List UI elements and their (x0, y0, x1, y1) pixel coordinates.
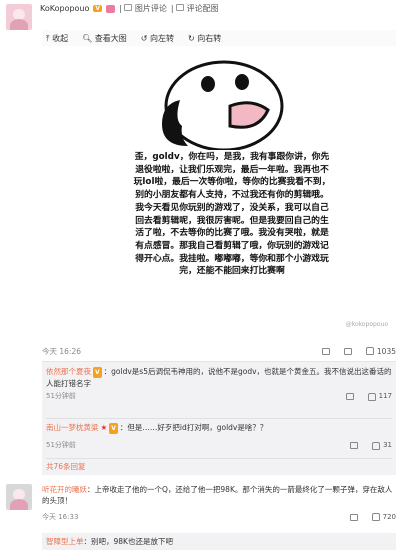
rotate-right-button[interactable]: ↻ 向右转 (188, 33, 221, 44)
comment-item: 听花开的曦妖：上帝收走了他的一个Q，还给了他一把98K。那个消失的一箭最终化了一… (42, 484, 398, 506)
reply-author[interactable]: 依然那个夏夜 (46, 367, 91, 376)
image-icon (124, 4, 133, 11)
commenter-avatar[interactable] (6, 484, 32, 510)
reply-time: 51分钟前 (46, 392, 76, 400)
collapse-button[interactable]: ⤒ 收起 (46, 33, 68, 44)
watermark: @kokopopouo (345, 321, 388, 328)
rotate-left-button[interactable]: ↺ 向左转 (141, 33, 174, 44)
star-badge-icon: ★ (100, 423, 108, 432)
image-toolbar: ⤒ 收起 🔍︎ 查看大图 ↺ 向左转 ↻ 向右转 (42, 30, 396, 46)
comment-icon (350, 442, 359, 449)
reply-time: 51分钟前 (46, 441, 76, 449)
comment-icon (349, 513, 358, 521)
thumbs-up-icon (365, 347, 374, 355)
reply-item: 南山一梦枕黄粱 ★ V ：但是……好歹把id打对啊，goldv是啥？？ 51分钟前 3… (46, 422, 392, 451)
member-badge-icon (106, 4, 116, 13)
forward-button[interactable] (321, 347, 330, 355)
thumbs-up-icon (367, 392, 376, 401)
reply-author[interactable]: 智障型上单 (46, 537, 84, 546)
image-icon-2 (176, 4, 185, 11)
like-button[interactable]: 1035 (365, 347, 396, 356)
comment-author[interactable]: 听花开的曦妖 (42, 485, 87, 494)
vip-badge: V (93, 367, 102, 378)
reply-item: 依然那个夏夜 V ：goldv是s5后调侃韦神用的，说他不是godv，也就是个黄金五… (46, 366, 392, 402)
comment-image-link[interactable]: | 评论配图 (171, 3, 219, 14)
post-footer: 今天 16:26 1035 (42, 343, 396, 359)
sub-reply: 智障型上单：别吧，98K也还是放下吧 (42, 533, 396, 550)
forward-icon (321, 347, 330, 355)
reply-like-button[interactable]: 31 (372, 440, 392, 451)
post-time: 今天 16:26 (42, 346, 81, 356)
divider (46, 458, 392, 459)
post-image[interactable]: 歪，goldv，你在吗，是我，我有事跟你讲，你先退役啦啦，让我们乐观完，最后一年… (42, 46, 396, 342)
meme-face-illustration (162, 60, 284, 150)
comment-icon (343, 347, 352, 355)
vip-badge: V (93, 5, 103, 12)
comment-like-button[interactable]: 720 (371, 513, 396, 521)
comment-footer: 今天 16:33 720 (42, 512, 396, 522)
reply-like-button[interactable]: 117 (367, 391, 392, 402)
thumbs-up-icon (371, 513, 380, 521)
reply-author[interactable]: 南山一梦枕黄粱 (46, 423, 99, 432)
reply-text: ：但是……好歹把id打对啊，goldv是啥？？ (119, 423, 268, 432)
reply-button[interactable] (343, 347, 352, 355)
view-large-button[interactable]: 🔍︎ 查看大图 (82, 33, 127, 44)
more-replies-link[interactable]: 共76条回复 (46, 461, 86, 472)
user-avatar[interactable] (6, 4, 32, 30)
image-comment-link[interactable]: | 图片评论 (119, 3, 167, 14)
reply-comment-button[interactable] (350, 442, 359, 449)
thumbs-up-icon (372, 441, 381, 450)
reply-comment-button[interactable] (345, 393, 354, 400)
image-caption: 歪，goldv，你在吗，是我，我有事跟你讲，你先退役啦啦，让我们乐观完，最后一年… (133, 152, 331, 277)
vip-badge: V (109, 423, 118, 434)
comment-text: ：上帝收走了他的一个Q，还给了他一把98K。那个消失的一箭最终化了一颗子弹，穿在… (42, 485, 393, 505)
post-meta: KoKopopouo V | 图片评论 | 评论配图 (40, 3, 219, 14)
comment-time: 今天 16:33 (42, 513, 79, 521)
comment-reply-button[interactable] (349, 513, 358, 521)
reply-text: ：别吧，98K也还是放下吧 (83, 537, 173, 546)
divider (46, 418, 392, 419)
comment-replies: 依然那个夏夜 V ：goldv是s5后调侃韦神用的，说他不是godv，也就是个黄金五… (42, 361, 396, 475)
comment-icon (345, 393, 354, 400)
username[interactable]: KoKopopouo (40, 4, 89, 13)
